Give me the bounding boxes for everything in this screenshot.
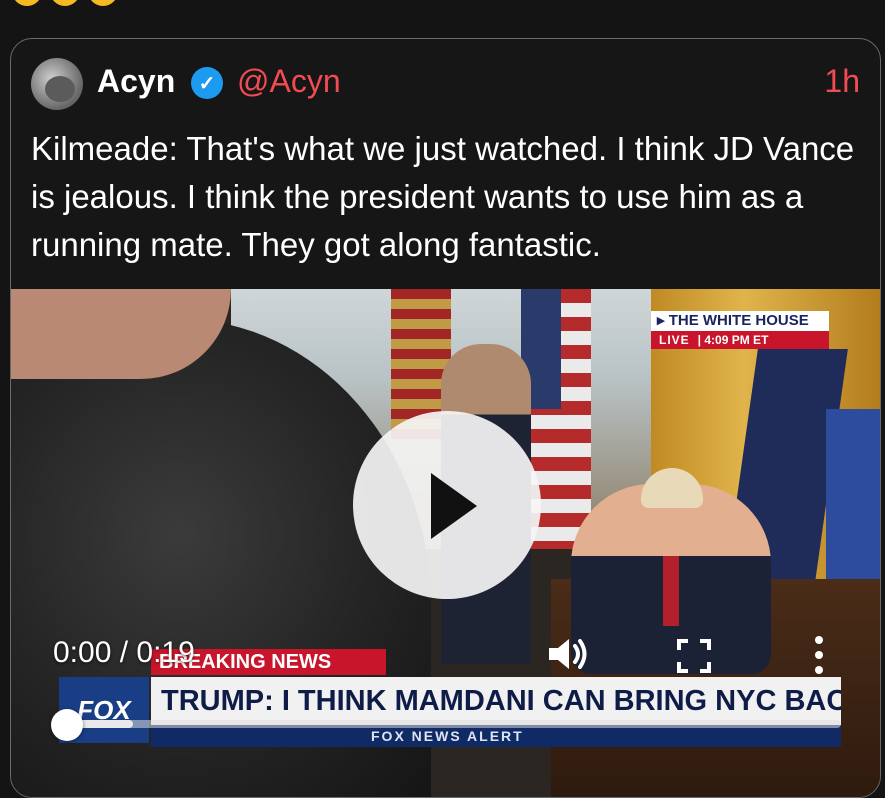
reaction-emoji-icon[interactable]: [12, 0, 42, 6]
video-time-display: 0:00 / 0:19: [53, 636, 195, 669]
more-vert-icon[interactable]: [813, 635, 825, 675]
video-scrub-handle[interactable]: [51, 709, 83, 741]
video-player[interactable]: ▸ THE WHITE HOUSE LIVE | 4:09 PM ET BREAK…: [11, 289, 880, 797]
live-label: LIVE: [659, 333, 690, 347]
reaction-emoji-icon[interactable]: [50, 0, 80, 6]
live-location: ▸ THE WHITE HOUSE: [651, 311, 829, 331]
reaction-emoji-icon[interactable]: [88, 0, 118, 6]
verified-badge-icon: ✓: [191, 67, 223, 99]
live-bar: LIVE | 4:09 PM ET: [651, 331, 829, 349]
video-progress-track[interactable]: [69, 720, 841, 728]
live-location-text: THE WHITE HOUSE: [668, 312, 809, 329]
headline-chyron: TRUMP: I THINK MAMDANI CAN BRING NYC BAC…: [151, 677, 841, 725]
author-handle[interactable]: @Acyn: [237, 63, 341, 100]
play-icon[interactable]: [353, 411, 541, 599]
fullscreen-icon[interactable]: [677, 639, 711, 673]
author-name[interactable]: Acyn: [97, 63, 175, 100]
live-time: 4:09 PM ET: [704, 333, 769, 347]
tweet-header: Acyn ✓ @Acyn 1h: [31, 55, 860, 111]
alert-banner: FOX NEWS ALERT: [151, 725, 841, 747]
tweet-text: Kilmeade: That's what we just watched. I…: [31, 130, 855, 263]
volume-icon[interactable]: [547, 635, 591, 673]
video-frame-person-seated: [571, 468, 771, 674]
reaction-strip: [12, 0, 118, 6]
tweet-timestamp[interactable]: 1h: [824, 63, 860, 100]
avatar[interactable]: [31, 58, 83, 110]
live-location-badge: ▸ THE WHITE HOUSE LIVE | 4:09 PM ET: [651, 311, 829, 351]
quoted-tweet-card[interactable]: Acyn ✓ @Acyn 1h Kilmeade: That's what we…: [10, 38, 881, 798]
